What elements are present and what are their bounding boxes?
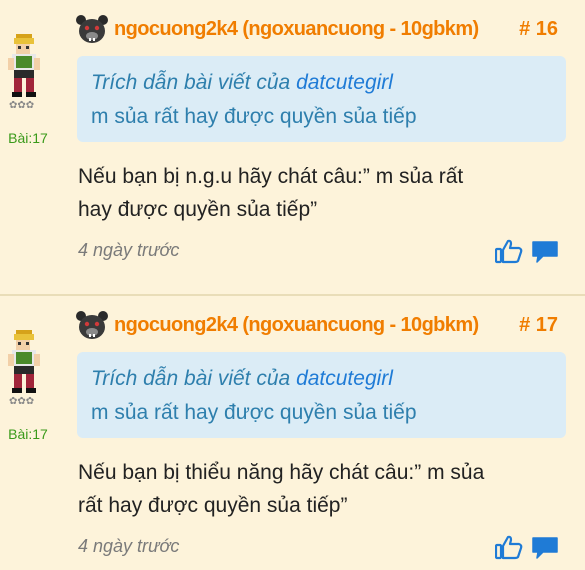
post-content-line: Nếu bạn bị thiểu năng hãy chát câu:” m s… xyxy=(78,461,485,484)
quote-author-link[interactable]: datcutegirl xyxy=(296,71,393,94)
quote-block: Trích dẫn bài viết của datcutegirl m sủa… xyxy=(77,56,566,142)
pixel-avatar[interactable]: ✿✿✿ xyxy=(6,32,42,112)
post-content: Nếu bạn bị thiểu năng hãy chát câu:” m s… xyxy=(78,456,568,522)
svg-text:✿✿✿: ✿✿✿ xyxy=(9,100,34,111)
user-avatar-column: ✿✿✿ Bài:17 xyxy=(0,32,56,152)
quote-text: m sủa rất hay được quyền sủa tiếp xyxy=(91,401,417,424)
speech-bubble-icon[interactable] xyxy=(531,240,559,264)
thumbs-up-icon[interactable] xyxy=(495,238,523,264)
post-content-line: rất hay được quyền sủa tiếp” xyxy=(78,494,348,517)
thumbs-up-icon[interactable] xyxy=(495,534,523,560)
quote-author-link[interactable]: datcutegirl xyxy=(296,367,393,390)
post-number[interactable]: # 17 xyxy=(519,314,558,337)
post-header: ngocuong2k4 (ngoxuancuong - 10gbkm) # 17 xyxy=(76,310,566,340)
quote-header: Trích dẫn bài viết của datcutegirl xyxy=(91,367,393,391)
post-timestamp: 4 ngày trước xyxy=(78,240,180,260)
post-count: Bài:17 xyxy=(8,426,48,442)
post-header: ngocuong2k4 (ngoxuancuong - 10gbkm) # 16 xyxy=(76,14,566,44)
forum-post: ✿✿✿ Bài:17 ngocuong2k4 (ngoxuancuong - 1… xyxy=(0,296,585,570)
dark-bear-face-icon xyxy=(76,15,108,43)
username-link[interactable]: ngocuong2k4 (ngoxuancuong - 10gbkm) xyxy=(114,18,479,41)
quote-text: m sủa rất hay được quyền sủa tiếp xyxy=(91,105,417,128)
quote-header: Trích dẫn bài viết của datcutegirl xyxy=(91,71,393,95)
speech-bubble-icon[interactable] xyxy=(531,536,559,560)
dark-bear-face-icon xyxy=(76,311,108,339)
quote-prefix: Trích dẫn bài viết của xyxy=(91,367,291,390)
svg-text:✿✿✿: ✿✿✿ xyxy=(9,396,34,407)
post-content: Nếu bạn bị n.g.u hãy chát câu:” m sủa rấ… xyxy=(78,160,568,226)
post-content-line: hay được quyền sủa tiếp” xyxy=(78,198,318,221)
user-avatar-column: ✿✿✿ Bài:17 xyxy=(0,328,56,448)
post-content-line: Nếu bạn bị n.g.u hãy chát câu:” m sủa rấ… xyxy=(78,165,464,188)
post-number[interactable]: # 16 xyxy=(519,18,558,41)
post-count: Bài:17 xyxy=(8,130,48,146)
username-link[interactable]: ngocuong2k4 (ngoxuancuong - 10gbkm) xyxy=(114,314,479,337)
pixel-avatar[interactable]: ✿✿✿ xyxy=(6,328,42,408)
post-timestamp: 4 ngày trước xyxy=(78,536,180,556)
quote-block: Trích dẫn bài viết của datcutegirl m sủa… xyxy=(77,352,566,438)
quote-prefix: Trích dẫn bài viết của xyxy=(91,71,291,94)
forum-post: ✿✿✿ Bài:17 ngocuong2k4 (ngoxuancuong - 1… xyxy=(0,0,585,295)
